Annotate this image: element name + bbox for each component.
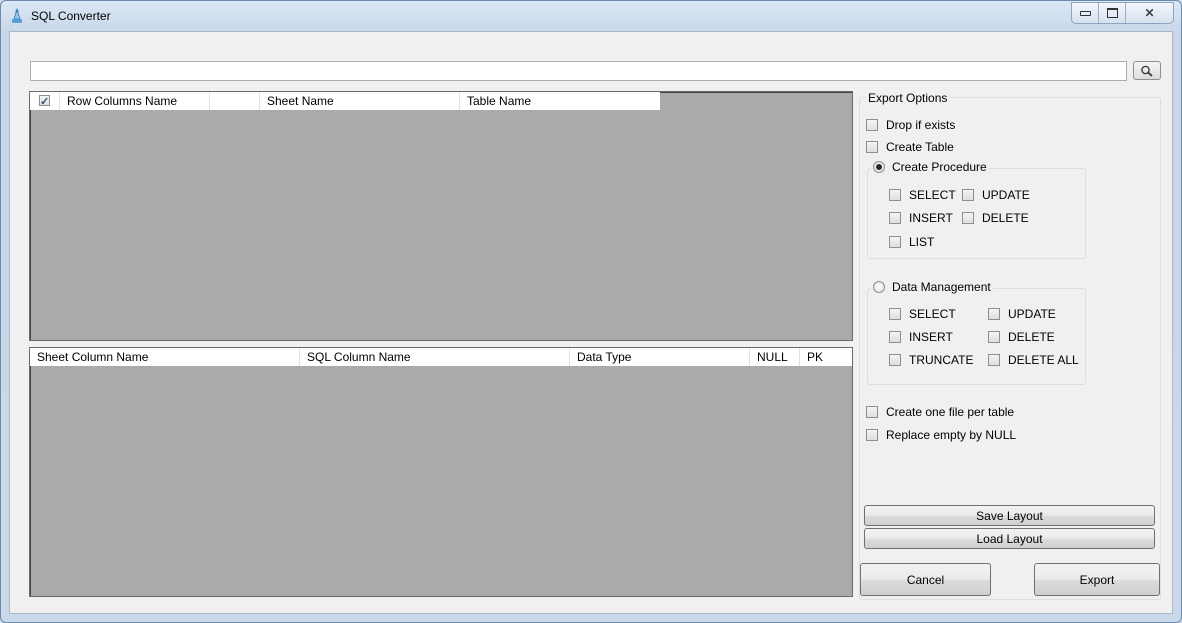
caption-buttons: ▭ ⧉ ✕	[1071, 2, 1174, 24]
column-header-pk[interactable]: PK	[800, 348, 852, 366]
column-header-null[interactable]: NULL	[750, 348, 800, 366]
data-management-label: Data Management	[892, 280, 991, 294]
proc-insert-label: INSERT	[909, 211, 953, 225]
minimize-icon: ▭	[1079, 10, 1091, 16]
proc-update-label: UPDATE	[982, 188, 1030, 202]
restore-icon: ⧉	[1106, 8, 1118, 18]
cancel-button[interactable]: Cancel	[860, 563, 991, 596]
proc-insert-checkbox[interactable]	[889, 212, 901, 224]
select-all-cell[interactable]	[30, 92, 60, 110]
dm-delete-label: DELETE	[1008, 330, 1055, 344]
dm-insert-checkbox[interactable]	[889, 331, 901, 343]
proc-list-option[interactable]: LIST	[889, 235, 934, 249]
create-procedure-label: Create Procedure	[892, 160, 987, 174]
file-path-input[interactable]	[30, 61, 1127, 81]
dm-delete-all-label: DELETE ALL	[1008, 353, 1079, 367]
drop-if-exists-option[interactable]: Drop if exists	[866, 118, 955, 132]
create-table-checkbox[interactable]	[866, 141, 878, 153]
proc-delete-option[interactable]: DELETE	[962, 211, 1029, 225]
create-procedure-radio[interactable]	[873, 161, 885, 173]
create-table-option[interactable]: Create Table	[866, 140, 954, 154]
columns-grid-header: Sheet Column Name SQL Column Name Data T…	[30, 348, 852, 366]
load-layout-button[interactable]: Load Layout	[864, 528, 1155, 549]
save-layout-button[interactable]: Save Layout	[864, 505, 1155, 526]
data-management-radio[interactable]	[873, 281, 885, 293]
proc-delete-checkbox[interactable]	[962, 212, 974, 224]
select-all-checkbox[interactable]	[39, 93, 50, 110]
replace-empty-null-option[interactable]: Replace empty by NULL	[866, 428, 1016, 442]
dm-truncate-checkbox[interactable]	[889, 354, 901, 366]
dm-insert-label: INSERT	[909, 330, 953, 344]
close-button[interactable]: ✕	[1126, 3, 1173, 23]
create-procedure-option[interactable]: Create Procedure	[871, 160, 989, 174]
search-icon	[1141, 65, 1153, 77]
window-title: SQL Converter	[31, 9, 111, 23]
title-bar[interactable]: SQL Converter	[0, 0, 1180, 32]
dm-update-label: UPDATE	[1008, 307, 1056, 321]
create-table-label: Create Table	[886, 140, 954, 154]
proc-update-checkbox[interactable]	[962, 189, 974, 201]
proc-insert-option[interactable]: INSERT	[889, 211, 953, 225]
close-icon: ✕	[1144, 6, 1155, 20]
proc-update-option[interactable]: UPDATE	[962, 188, 1030, 202]
dm-delete-all-option[interactable]: DELETE ALL	[988, 353, 1079, 367]
dm-insert-option[interactable]: INSERT	[889, 330, 953, 344]
dm-select-label: SELECT	[909, 307, 956, 321]
column-header-sql-column-name[interactable]: SQL Column Name	[300, 348, 570, 366]
mapping-grid[interactable]: Row Columns Name Sheet Name Table Name	[29, 91, 853, 341]
column-header-table-name[interactable]: Table Name	[460, 92, 660, 110]
app-icon	[12, 8, 22, 23]
column-header-sheet-name[interactable]: Sheet Name	[260, 92, 460, 110]
replace-empty-null-checkbox[interactable]	[866, 429, 878, 441]
dm-truncate-label: TRUNCATE	[909, 353, 974, 367]
drop-if-exists-label: Drop if exists	[886, 118, 956, 132]
mapping-grid-header: Row Columns Name Sheet Name Table Name	[30, 92, 660, 110]
dm-truncate-option[interactable]: TRUNCATE	[889, 353, 973, 367]
dm-select-option[interactable]: SELECT	[889, 307, 956, 321]
minimize-button[interactable]: ▭	[1072, 3, 1098, 23]
drop-if-exists-checkbox[interactable]	[866, 119, 878, 131]
dm-select-checkbox[interactable]	[889, 308, 901, 320]
column-header-row-columns-name[interactable]: Row Columns Name	[60, 92, 210, 110]
proc-delete-label: DELETE	[982, 211, 1029, 225]
proc-list-checkbox[interactable]	[889, 236, 901, 248]
replace-empty-null-label: Replace empty by NULL	[886, 428, 1017, 442]
dm-update-checkbox[interactable]	[988, 308, 1000, 320]
column-header-sheet-column-name[interactable]: Sheet Column Name	[30, 348, 300, 366]
one-file-per-table-option[interactable]: Create one file per table	[866, 405, 1014, 419]
dm-delete-option[interactable]: DELETE	[988, 330, 1055, 344]
column-header-data-type[interactable]: Data Type	[570, 348, 750, 366]
one-file-per-table-label: Create one file per table	[886, 405, 1015, 419]
dm-update-option[interactable]: UPDATE	[988, 307, 1056, 321]
dm-delete-all-checkbox[interactable]	[988, 354, 1000, 366]
export-options-label: Export Options	[866, 91, 950, 105]
export-button[interactable]: Export	[1034, 563, 1160, 596]
browse-button[interactable]	[1133, 61, 1161, 80]
proc-select-checkbox[interactable]	[889, 189, 901, 201]
proc-list-label: LIST	[909, 235, 935, 249]
proc-select-label: SELECT	[909, 188, 956, 202]
dm-delete-checkbox[interactable]	[988, 331, 1000, 343]
one-file-per-table-checkbox[interactable]	[866, 406, 878, 418]
column-header-blank[interactable]	[210, 92, 260, 110]
restore-button[interactable]: ⧉	[1099, 3, 1125, 23]
data-management-option[interactable]: Data Management	[871, 280, 993, 294]
columns-grid[interactable]: Sheet Column Name SQL Column Name Data T…	[29, 347, 853, 597]
proc-select-option[interactable]: SELECT	[889, 188, 956, 202]
